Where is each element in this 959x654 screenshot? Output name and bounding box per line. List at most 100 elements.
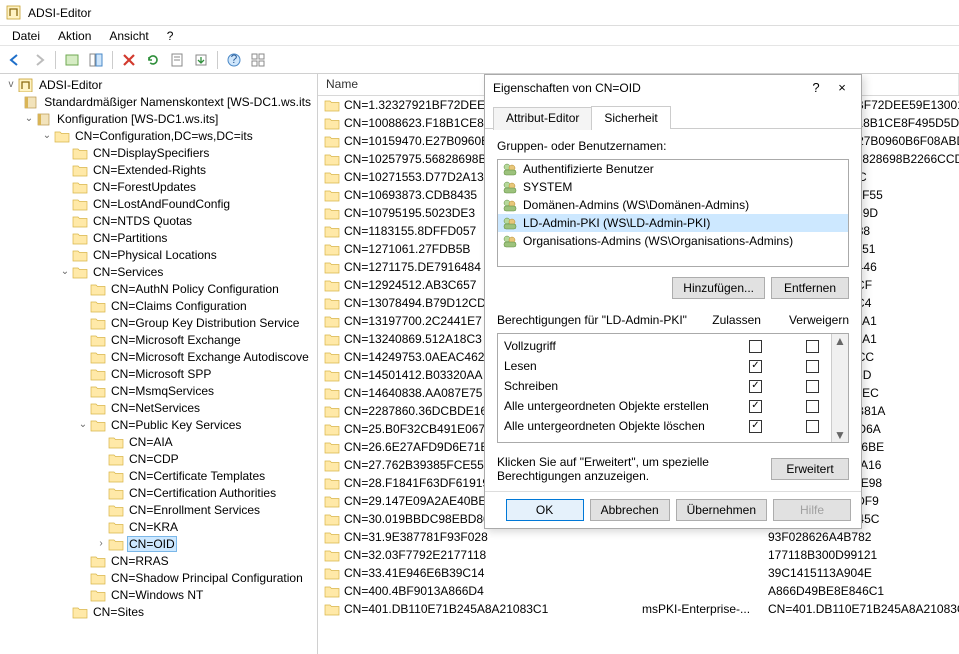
allow-checkbox[interactable] [749,340,762,353]
tree-item[interactable]: CN=Group Key Distribution Service [0,314,317,331]
scroll-up-icon[interactable]: ▲ [834,334,846,348]
tree-item[interactable]: CN=Certificate Templates [0,467,317,484]
help-footer-button[interactable]: Hilfe [773,499,851,521]
cancel-button[interactable]: Abbrechen [590,499,670,521]
tree-item[interactable]: CN=Microsoft Exchange Autodiscove [0,348,317,365]
tree-item[interactable]: CN=Windows NT [0,586,317,603]
tree-item[interactable]: ⌄CN=Public Key Services [0,416,317,433]
tree-item[interactable]: CN=Physical Locations [0,246,317,263]
expand-icon[interactable]: ⌄ [76,419,90,430]
menu-help[interactable]: ? [159,27,182,45]
deny-checkbox[interactable] [806,340,819,353]
deny-checkbox[interactable] [806,380,819,393]
tree-item[interactable]: CN=Microsoft SPP [0,365,317,382]
expand-icon[interactable]: ⌄ [40,130,54,141]
tree-item[interactable]: ⌄CN=Services [0,263,317,280]
tree-item[interactable]: CN=CDP [0,450,317,467]
properties-button[interactable] [166,49,188,71]
tree-item[interactable]: ⌄Konfiguration [WS-DC1.ws.its] [0,110,317,127]
add-button[interactable]: Hinzufügen... [672,277,765,299]
cell-dn: 177118B300D99121 [762,548,959,562]
user-row[interactable]: LD-Admin-PKI (WS\LD-Admin-PKI) [498,214,848,232]
refresh-button[interactable] [142,49,164,71]
list-row[interactable]: CN=401.DB110E71B245A8A21083C1msPKI-Enter… [318,600,959,618]
help-button[interactable]: ? [223,49,245,71]
tree-item[interactable]: CN=Shadow Principal Configuration [0,569,317,586]
new-container-button[interactable] [61,49,83,71]
tree-item[interactable]: CN=ForestUpdates [0,178,317,195]
tree-item[interactable]: CN=NTDS Quotas [0,212,317,229]
list-pane[interactable]: Name Klasse Definierter Name CN=1.323279… [318,74,959,654]
permissions-listbox[interactable]: VollzugriffLesen✓Schreiben✓Alle untergeo… [497,333,849,443]
tree-item[interactable]: CN=Certification Authorities [0,484,317,501]
forward-button[interactable] [28,49,50,71]
menu-file[interactable]: Datei [4,27,48,45]
list-row[interactable]: CN=32.03F7792E2177118177118B300D99121 [318,546,959,564]
user-row[interactable]: Authentifizierte Benutzer [498,160,848,178]
explorer-button[interactable] [85,49,107,71]
menu-view[interactable]: Ansicht [101,27,156,45]
allow-checkbox[interactable]: ✓ [749,400,762,413]
user-row[interactable]: Domänen-Admins (WS\Domänen-Admins) [498,196,848,214]
tree-item[interactable]: CN=RRAS [0,552,317,569]
tree-label: Standardmäßiger Namenskontext [WS-DC1.ws… [42,95,313,109]
expand-icon[interactable]: ⌄ [22,113,36,124]
tree-item[interactable]: CN=MsmqServices [0,382,317,399]
tree-item[interactable]: CN=AIA [0,433,317,450]
tree-item[interactable]: CN=Partitions [0,229,317,246]
expand-icon[interactable]: ⌄ [58,266,72,277]
scrollbar[interactable]: ▲ ▼ [831,334,848,442]
cell-name: CN=28.F1841F63DF61919 [344,476,489,490]
dialog-help-button[interactable]: ? [805,80,827,95]
export-button[interactable] [190,49,212,71]
tree-item[interactable]: CN=AuthN Policy Configuration [0,280,317,297]
tree-item[interactable]: Standardmäßiger Namenskontext [WS-DC1.ws… [0,93,317,110]
menu-action[interactable]: Aktion [50,27,99,45]
tree-root[interactable]: v ADSI-Editor [0,76,317,93]
expand-icon[interactable]: › [94,538,108,549]
allow-checkbox[interactable]: ✓ [749,420,762,433]
allow-checkbox[interactable]: ✓ [749,380,762,393]
tree-label: CN=Windows NT [109,588,205,602]
tile-button[interactable] [247,49,269,71]
deny-checkbox[interactable] [806,420,819,433]
tree-label: CN=Group Key Distribution Service [109,316,301,330]
ok-button[interactable]: OK [506,499,584,521]
back-button[interactable] [4,49,26,71]
user-name: Domänen-Admins (WS\Domänen-Admins) [523,198,749,212]
delete-button[interactable] [118,49,140,71]
tree-item[interactable]: CN=NetServices [0,399,317,416]
tree-item[interactable]: ›CN=OID [0,535,317,552]
folder-icon [90,316,106,330]
allow-checkbox[interactable]: ✓ [749,360,762,373]
cell-name: CN=10693873.CDB8435 [344,188,477,202]
tree-item[interactable]: CN=KRA [0,518,317,535]
deny-checkbox[interactable] [806,400,819,413]
cell-name: CN=400.4BF9013A866D4 [344,584,484,598]
tree-item[interactable]: CN=Extended-Rights [0,161,317,178]
user-row[interactable]: Organisations-Admins (WS\Organisations-A… [498,232,848,250]
tree-pane[interactable]: v ADSI-Editor Standardmäßiger Namenskont… [0,74,318,654]
advanced-button[interactable]: Erweitert [771,458,849,480]
tree-item[interactable]: CN=Microsoft Exchange [0,331,317,348]
expand-icon[interactable]: v [4,79,18,90]
tree-item[interactable]: CN=DisplaySpecifiers [0,144,317,161]
tree-item[interactable]: CN=Sites [0,603,317,620]
dialog-close-button[interactable]: × [831,80,853,95]
remove-button[interactable]: Entfernen [771,277,849,299]
group-icon [502,198,518,212]
tree-item[interactable]: CN=LostAndFoundConfig [0,195,317,212]
tab-security[interactable]: Sicherheit [591,106,670,129]
tree-item[interactable]: CN=Enrollment Services [0,501,317,518]
apply-button[interactable]: Übernehmen [676,499,767,521]
scroll-down-icon[interactable]: ▼ [834,428,846,442]
deny-checkbox[interactable] [806,360,819,373]
tab-attribute-editor[interactable]: Attribut-Editor [493,107,592,130]
list-row[interactable]: CN=31.9E387781F93F02893F028626A4B782 [318,528,959,546]
tree-item[interactable]: ⌄CN=Configuration,DC=ws,DC=its [0,127,317,144]
list-row[interactable]: CN=400.4BF9013A866D4A866D49BE8E846C1 [318,582,959,600]
list-row[interactable]: CN=33.41E946E6B39C1439C1415113A904E [318,564,959,582]
users-listbox[interactable]: Authentifizierte BenutzerSYSTEM Domänen-A… [497,159,849,267]
user-row[interactable]: SYSTEM [498,178,848,196]
tree-item[interactable]: CN=Claims Configuration [0,297,317,314]
